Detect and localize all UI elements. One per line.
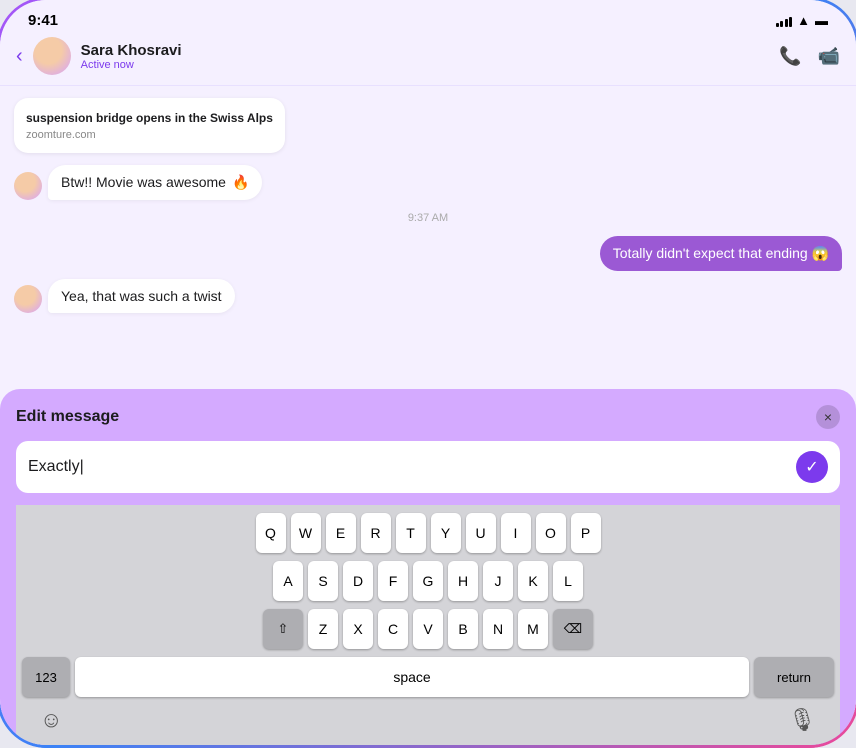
header-actions: 📞 📹 xyxy=(779,46,840,67)
chat-header: ‹ Sara Khosravi Active now 📞 📹 xyxy=(0,29,856,86)
message-timestamp: 9:37 AM xyxy=(14,212,842,224)
message-received-1: Btw!! Movie was awesome 🔥 xyxy=(48,165,262,200)
key-z[interactable]: Z xyxy=(308,609,338,649)
sender-avatar-1 xyxy=(14,172,42,200)
keyboard-extras: ☺ 🎙 xyxy=(20,703,836,741)
keyboard: Q W E R T Y U I O P A S xyxy=(16,505,840,745)
status-bar-right: 9:41 ▲ ▬ xyxy=(0,0,856,29)
return-key[interactable]: return xyxy=(754,657,834,697)
key-v[interactable]: V xyxy=(413,609,443,649)
contact-avatar xyxy=(33,37,71,75)
key-k[interactable]: K xyxy=(518,561,548,601)
key-o[interactable]: O xyxy=(536,513,566,553)
key-f[interactable]: F xyxy=(378,561,408,601)
right-phone-frame: 9:41 ▲ ▬ ‹ xyxy=(0,0,856,748)
message-sent-1: Totally didn't expect that ending 😱 xyxy=(600,236,842,271)
space-key[interactable]: space xyxy=(75,657,749,697)
key-x[interactable]: X xyxy=(343,609,373,649)
key-j[interactable]: J xyxy=(483,561,513,601)
shift-key[interactable]: ⇧ xyxy=(263,609,303,649)
key-b[interactable]: B xyxy=(448,609,478,649)
bubble-sent-1: Totally didn't expect that ending 😱 xyxy=(600,236,842,271)
wifi-icon-right: ▲ xyxy=(797,13,810,28)
phone-call-icon[interactable]: 📞 xyxy=(779,46,801,67)
key-n[interactable]: N xyxy=(483,609,513,649)
key-d[interactable]: D xyxy=(343,561,373,601)
key-u[interactable]: U xyxy=(466,513,496,553)
edit-send-button[interactable]: ✓ xyxy=(796,451,828,483)
key-t[interactable]: T xyxy=(396,513,426,553)
key-y[interactable]: Y xyxy=(431,513,461,553)
time-right: 9:41 xyxy=(28,12,58,29)
battery-icon-right: ▬ xyxy=(815,13,828,28)
contact-info: Sara Khosravi Active now xyxy=(81,42,769,71)
link-preview-url: zoomture.com xyxy=(26,129,273,141)
message-row-received-2: Yea, that was such a twist xyxy=(14,279,842,313)
sender-avatar-2 xyxy=(14,285,42,313)
contact-status: Active now xyxy=(81,59,769,71)
emoji-keyboard-icon[interactable]: ☺ xyxy=(40,707,62,733)
key-l[interactable]: L xyxy=(553,561,583,601)
keyboard-row-2: A S D F G H J K L xyxy=(20,561,836,601)
edit-message-modal: Edit message × Exactly| ✓ Q W xyxy=(0,389,856,745)
signal-icon-right xyxy=(776,15,793,27)
key-q[interactable]: Q xyxy=(256,513,286,553)
key-e[interactable]: E xyxy=(326,513,356,553)
keyboard-row-1: Q W E R T Y U I O P xyxy=(20,513,836,553)
key-w[interactable]: W xyxy=(291,513,321,553)
message-row-received-1: Btw!! Movie was awesome 🔥 xyxy=(14,165,842,200)
edit-input-row: Exactly| ✓ xyxy=(16,441,840,493)
keyboard-row-4: 123 space return xyxy=(20,657,836,697)
key-h[interactable]: H xyxy=(448,561,478,601)
microphone-icon[interactable]: 🎙 xyxy=(788,707,816,733)
edit-modal-title: Edit message xyxy=(16,408,119,426)
contact-name: Sara Khosravi xyxy=(81,42,769,59)
key-p[interactable]: P xyxy=(571,513,601,553)
key-r[interactable]: R xyxy=(361,513,391,553)
keyboard-row-3: ⇧ Z X C V B N M ⌫ xyxy=(20,609,836,649)
link-preview-title: suspension bridge opens in the Swiss Alp… xyxy=(26,110,273,127)
key-g[interactable]: G xyxy=(413,561,443,601)
key-c[interactable]: C xyxy=(378,609,408,649)
edit-modal-header: Edit message × xyxy=(16,405,840,429)
message-received-2: Yea, that was such a twist xyxy=(48,279,235,313)
link-preview-card: suspension bridge opens in the Swiss Alp… xyxy=(14,98,285,153)
back-button[interactable]: ‹ xyxy=(16,45,23,68)
delete-key[interactable]: ⌫ xyxy=(553,609,593,649)
status-icons-right: ▲ ▬ xyxy=(776,13,828,28)
bubble-received-1: Btw!! Movie was awesome 🔥 xyxy=(48,165,262,200)
key-a[interactable]: A xyxy=(273,561,303,601)
bubble-received-2: Yea, that was such a twist xyxy=(48,279,235,313)
message-link-preview: suspension bridge opens in the Swiss Alp… xyxy=(14,98,285,157)
edit-message-input[interactable]: Exactly| xyxy=(28,458,788,476)
right-phone-screen: 9:41 ▲ ▬ ‹ xyxy=(0,0,856,745)
key-m[interactable]: M xyxy=(518,609,548,649)
numbers-key[interactable]: 123 xyxy=(22,657,70,697)
video-call-icon[interactable]: 📹 xyxy=(818,46,840,67)
key-i[interactable]: I xyxy=(501,513,531,553)
key-s[interactable]: S xyxy=(308,561,338,601)
edit-close-button[interactable]: × xyxy=(816,405,840,429)
